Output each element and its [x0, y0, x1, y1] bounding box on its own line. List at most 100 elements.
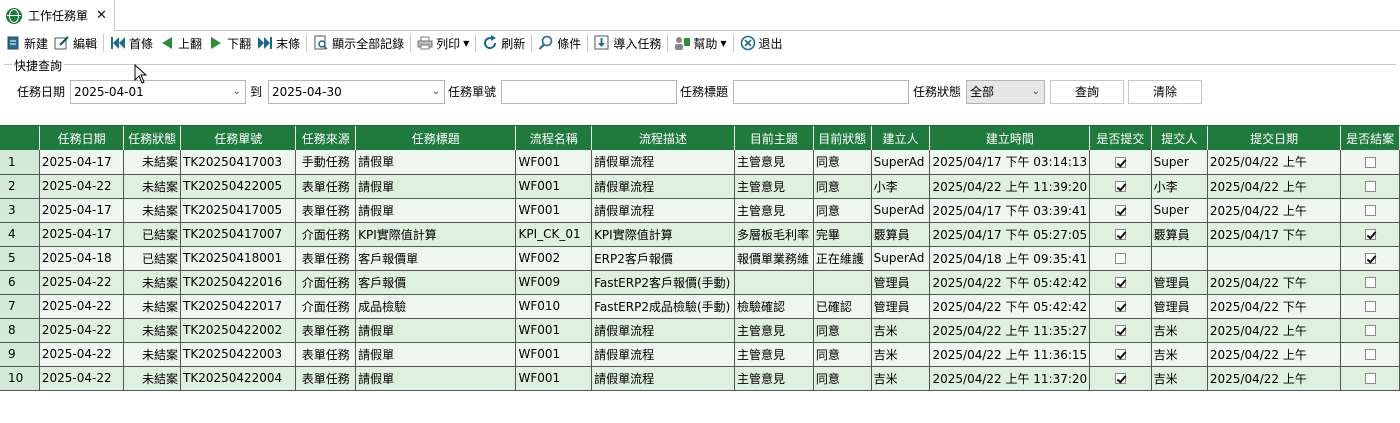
column-header[interactable]: 是否提交 [1089, 126, 1152, 150]
cell-cstatus[interactable]: 同意 [813, 150, 872, 175]
closed-checkbox[interactable] [1364, 301, 1376, 312]
table-row[interactable]: 7 2025-04-22 未結案 TK20250422017 介面任務 成品檢驗 WF010… [0, 294, 1400, 319]
cell-desc[interactable]: 請假單流程 [591, 174, 735, 199]
cell-title[interactable]: 請假單 [355, 198, 517, 223]
cell-cstatus[interactable]: 完畢 [813, 222, 872, 247]
cell-desc[interactable]: KPI實際值計算 [591, 222, 735, 247]
closed-checkbox[interactable] [1364, 253, 1376, 264]
cell-source[interactable]: 表單任務 [295, 174, 357, 199]
cell-source[interactable]: 表單任務 [295, 318, 357, 343]
cell-ctime[interactable]: 2025/04/22 下午 05:42:42 [929, 270, 1091, 295]
cell-submitter[interactable]: 吉米 [1151, 366, 1208, 391]
cell-submitter[interactable]: 吉米 [1151, 318, 1208, 343]
cell-no[interactable]: TK20250422002 [180, 318, 297, 343]
cell-flow[interactable]: WF001 [515, 366, 593, 391]
cell-date[interactable]: 2025-04-22 [39, 318, 125, 343]
chevron-down-icon[interactable]: ⌄ [1032, 81, 1040, 103]
cell-sdate[interactable]: 2025/04/22 下午 [1207, 294, 1342, 319]
chevron-down-icon[interactable]: ⌄ [233, 81, 241, 103]
column-header[interactable]: 流程名稱 [515, 126, 593, 150]
cell-flow[interactable]: WF009 [515, 270, 593, 295]
cell-date[interactable]: 2025-04-17 [39, 150, 125, 175]
cell-title[interactable]: 請假單 [355, 366, 517, 391]
closed-checkbox-cell[interactable] [1340, 318, 1400, 343]
closed-checkbox-cell[interactable] [1340, 294, 1400, 319]
condition-button[interactable]: 條件 [535, 32, 584, 54]
cell-topic[interactable]: 主管意見 [734, 318, 814, 343]
cell-submitter[interactable]: Super [1151, 150, 1208, 175]
cell-date[interactable]: 2025-04-22 [39, 342, 125, 367]
cell-creator[interactable]: SuperAd [871, 246, 931, 271]
column-header[interactable]: 目前主題 [734, 126, 814, 150]
cell-sdate[interactable]: 2025/04/22 上午 [1207, 342, 1342, 367]
table-row[interactable]: 1 2025-04-17 未結案 TK20250417003 手動任務 請假單 WF001 請… [0, 150, 1400, 175]
cell-desc[interactable]: ERP2客戶報價 [591, 246, 735, 271]
submitted-checkbox[interactable] [1114, 181, 1126, 192]
cell-source[interactable]: 表單任務 [295, 198, 357, 223]
cell-status[interactable]: 未結案 [123, 270, 181, 295]
cell-flow[interactable]: WF001 [515, 174, 593, 199]
cell-submitter[interactable]: 管理員 [1151, 270, 1208, 295]
cell-topic[interactable]: 主管意見 [734, 198, 814, 223]
column-header[interactable]: 任務標題 [355, 126, 517, 150]
closed-checkbox[interactable] [1364, 277, 1376, 288]
task-title-input[interactable] [733, 80, 909, 104]
cell-cstatus[interactable]: 已確認 [813, 294, 872, 319]
last-record-button[interactable]: 末條 [254, 32, 303, 54]
cell-creator[interactable]: 覈算員 [871, 222, 931, 247]
cell-cstatus[interactable]: 同意 [813, 342, 872, 367]
cell-source[interactable]: 表單任務 [295, 246, 357, 271]
column-header[interactable]: 任務來源 [295, 126, 357, 150]
submitted-checkbox-cell[interactable] [1089, 150, 1152, 175]
table-row[interactable]: 10 2025-04-22 未結案 TK20250422004 表單任務 請假單 WF001… [0, 366, 1400, 391]
task-no-input[interactable] [501, 80, 677, 104]
cell-creator[interactable]: SuperAd [871, 150, 931, 175]
cell-date[interactable]: 2025-04-17 [39, 198, 125, 223]
closed-checkbox[interactable] [1364, 349, 1376, 360]
closed-checkbox[interactable] [1364, 156, 1376, 168]
closed-checkbox-cell[interactable] [1340, 150, 1400, 175]
cell-cstatus[interactable]: 同意 [813, 174, 872, 199]
cell-flow[interactable]: WF010 [515, 294, 593, 319]
cell-desc[interactable]: 請假單流程 [591, 342, 735, 367]
closed-checkbox[interactable] [1364, 229, 1376, 240]
table-row[interactable]: 3 2025-04-17 未結案 TK20250417005 表單任務 請假單 WF001 請… [0, 198, 1400, 223]
cell-status[interactable]: 已結案 [123, 222, 181, 247]
cell-date[interactable]: 2025-04-17 [39, 222, 125, 247]
cell-creator[interactable]: 管理員 [871, 294, 931, 319]
submitted-checkbox-cell[interactable] [1089, 198, 1152, 223]
cell-cstatus[interactable] [813, 270, 872, 295]
cell-cstatus[interactable]: 同意 [813, 198, 872, 223]
cell-ctime[interactable]: 2025/04/22 上午 11:37:20 [929, 366, 1091, 391]
cell-date[interactable]: 2025-04-22 [39, 270, 125, 295]
cell-creator[interactable]: 小李 [871, 174, 931, 199]
cell-flow[interactable]: WF001 [515, 198, 593, 223]
cell-topic[interactable]: 主管意見 [734, 174, 814, 199]
cell-desc[interactable]: 請假單流程 [591, 366, 735, 391]
row-number[interactable]: 6 [0, 270, 40, 295]
submitted-checkbox[interactable] [1114, 373, 1126, 384]
cell-sdate[interactable] [1207, 246, 1342, 271]
exit-button[interactable]: 退出 [737, 32, 786, 54]
chevron-down-icon[interactable]: ⌄ [432, 81, 440, 103]
cell-ctime[interactable]: 2025/04/22 上午 11:36:15 [929, 342, 1091, 367]
cell-cstatus[interactable]: 同意 [813, 366, 872, 391]
submitted-checkbox[interactable] [1114, 325, 1126, 336]
closed-checkbox[interactable] [1364, 373, 1376, 384]
refresh-button[interactable]: 刷新 [479, 32, 528, 54]
cell-topic[interactable]: 多層板毛利率 [734, 222, 814, 247]
cell-date[interactable]: 2025-04-22 [39, 174, 125, 199]
submitted-checkbox[interactable] [1114, 229, 1126, 240]
submitted-checkbox-cell[interactable] [1089, 342, 1152, 367]
table-row[interactable]: 8 2025-04-22 未結案 TK20250422002 表單任務 請假單 WF001 請… [0, 318, 1400, 343]
cell-sdate[interactable]: 2025/04/22 上午 [1207, 366, 1342, 391]
cell-topic[interactable] [734, 270, 814, 295]
column-header[interactable]: 提交人 [1151, 126, 1208, 150]
column-header[interactable]: 任務狀態 [123, 126, 181, 150]
cell-status[interactable]: 未結案 [123, 318, 181, 343]
cell-date[interactable]: 2025-04-18 [39, 246, 125, 271]
submitted-checkbox-cell[interactable] [1089, 246, 1152, 271]
cell-ctime[interactable]: 2025/04/22 上午 11:35:27 [929, 318, 1091, 343]
cell-creator[interactable]: 吉米 [871, 342, 931, 367]
close-icon[interactable]: ✕ [96, 8, 107, 23]
